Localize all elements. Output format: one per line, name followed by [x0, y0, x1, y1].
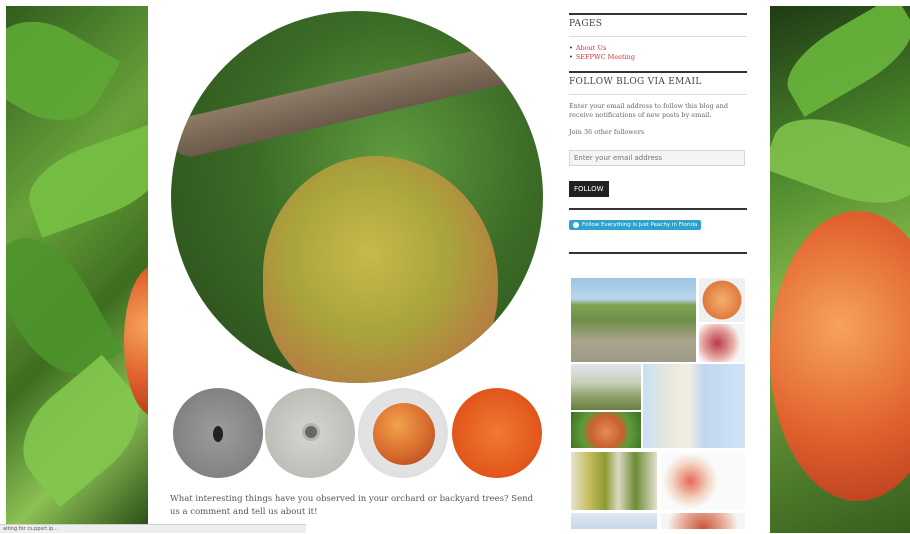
thumbnail-peach-closeup[interactable]	[452, 388, 542, 478]
peach	[263, 156, 498, 383]
image-grid	[569, 276, 747, 529]
grid-image-map-2[interactable]	[571, 513, 657, 529]
divider	[569, 208, 747, 210]
thumbnail-peach[interactable]	[358, 388, 448, 478]
grid-image-peach[interactable]	[699, 278, 745, 322]
follow-blog-badge[interactable]: Follow Everything is Just Peachy in Flor…	[569, 220, 702, 230]
status-bar: aiting for cs.ppsrt.ip...	[0, 524, 306, 533]
pages-list: About Us SEFPWC Meeting	[569, 44, 747, 62]
divider	[569, 13, 747, 15]
grid-image-peach-3[interactable]	[661, 513, 745, 529]
spider-icon	[305, 426, 317, 438]
grid-image-flooded-orchard[interactable]	[571, 278, 696, 362]
peach-photo	[171, 11, 543, 383]
grid-image-peach-on-branch[interactable]	[571, 412, 641, 448]
thumbnail-insect-1[interactable]	[173, 388, 263, 478]
email-input[interactable]	[569, 150, 745, 166]
grid-image-peach-halves[interactable]	[661, 452, 745, 510]
divider	[569, 71, 747, 73]
background-photo-left	[6, 6, 148, 526]
insect-icon	[213, 426, 223, 442]
grid-image-leaves[interactable]	[571, 452, 657, 510]
pages-title: PAGES	[569, 19, 603, 29]
grid-image-florida-map[interactable]	[643, 364, 745, 448]
page-link-sefpwc-meeting[interactable]: SEFPWC Meeting	[569, 53, 747, 62]
badge-label: Follow Everything is Just Peachy in Flor…	[582, 222, 698, 228]
follow-title: FOLLOW BLOG VIA EMAIL	[569, 77, 702, 87]
grid-image-peach-cut[interactable]	[699, 324, 745, 362]
divider	[569, 36, 747, 37]
thumbnail-spider[interactable]	[265, 388, 355, 478]
peach-icon	[373, 403, 435, 465]
page-link-about-us[interactable]: About Us	[569, 44, 747, 53]
follow-description: Enter your email address to follow this …	[569, 102, 728, 119]
follow-button[interactable]: FOLLOW	[569, 181, 609, 197]
divider	[569, 94, 747, 95]
wordpress-icon	[573, 222, 579, 228]
grid-image-blossom[interactable]	[571, 364, 641, 410]
post-caption: What interesting things have you observe…	[170, 494, 534, 517]
divider	[569, 252, 747, 254]
sidebar: PAGES About Us SEFPWC Meeting FOLLOW BLO…	[569, 13, 747, 254]
followers-count: Join 36 other followers	[569, 128, 645, 136]
background-photo-right	[770, 6, 910, 533]
